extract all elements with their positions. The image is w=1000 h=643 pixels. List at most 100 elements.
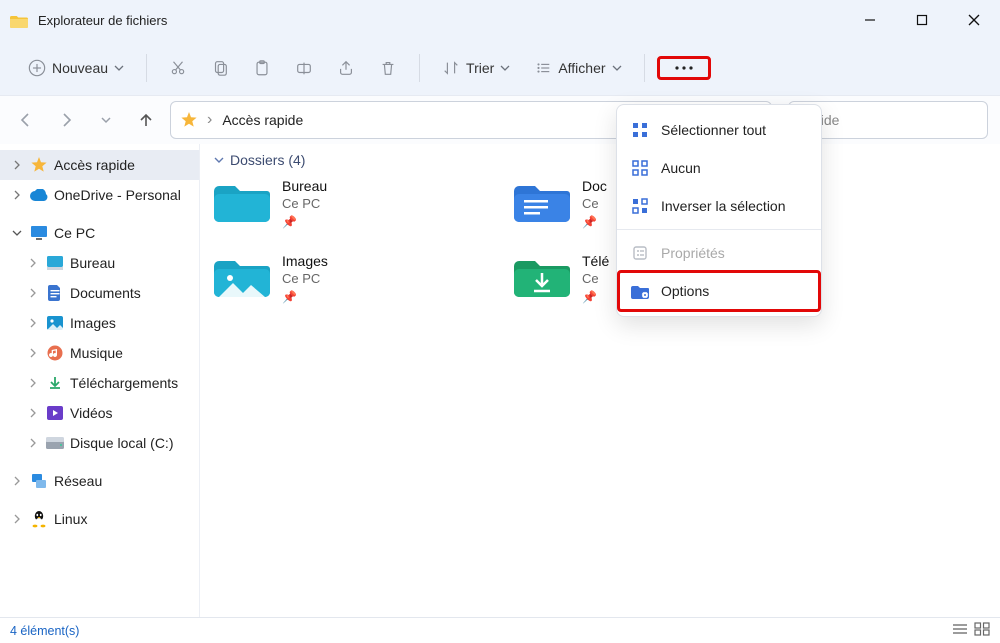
menu-options[interactable]: Options — [617, 272, 821, 310]
video-icon — [46, 404, 64, 422]
properties-icon — [631, 244, 649, 262]
thumbnails-view-button[interactable] — [974, 622, 990, 639]
folder-icon-downloads — [514, 253, 570, 297]
sidebar-local-disk[interactable]: Disque local (C:) — [0, 428, 199, 458]
menu-label: Aucun — [661, 160, 701, 176]
trash-icon — [379, 59, 397, 77]
separator — [644, 54, 645, 82]
sort-icon — [442, 59, 460, 77]
sidebar-documents[interactable]: Documents — [0, 278, 199, 308]
paste-button[interactable] — [243, 53, 281, 83]
folder-name: Télé — [582, 253, 609, 269]
sidebar-onedrive[interactable]: OneDrive - Personal — [0, 180, 199, 210]
folder-icon-desktop — [214, 178, 270, 222]
view-button[interactable]: Afficher — [524, 53, 631, 83]
menu-invert-selection[interactable]: Inverser la sélection — [617, 187, 821, 225]
sidebar-desktop[interactable]: Bureau — [0, 248, 199, 278]
menu-select-none[interactable]: Aucun — [617, 149, 821, 187]
sidebar-videos[interactable]: Vidéos — [0, 398, 199, 428]
tree-label: Réseau — [54, 473, 102, 489]
tree-label: Bureau — [70, 255, 115, 271]
tree-label: Documents — [70, 285, 141, 301]
recent-button[interactable] — [98, 112, 114, 128]
folder-item[interactable]: Bureau Ce PC 📌 — [214, 178, 474, 229]
tree-label: Musique — [70, 345, 123, 361]
copy-icon — [211, 59, 229, 77]
folder-loc: Ce — [582, 196, 607, 211]
folder-item[interactable]: Images Ce PC 📌 — [214, 253, 474, 304]
more-context-menu: Sélectionner tout Aucun Inverser la séle… — [616, 104, 822, 317]
star-icon — [30, 156, 48, 174]
menu-separator — [617, 229, 821, 230]
rename-button[interactable] — [285, 53, 323, 83]
view-icon — [534, 59, 552, 77]
sidebar-network[interactable]: Réseau — [0, 466, 199, 496]
folder-loc: Ce PC — [282, 271, 328, 286]
chevron-down-icon — [612, 63, 622, 73]
folder-icon-documents — [514, 178, 570, 222]
tree-label: Linux — [54, 511, 87, 527]
maximize-button[interactable] — [896, 0, 948, 40]
separator — [146, 54, 147, 82]
pin-icon: 📌 — [282, 215, 327, 229]
back-button[interactable] — [18, 112, 34, 128]
tree-label: OneDrive - Personal — [54, 187, 181, 203]
menu-label: Options — [661, 283, 709, 299]
cloud-icon — [30, 186, 48, 204]
menu-label: Inverser la sélection — [661, 198, 786, 214]
music-icon — [46, 344, 64, 362]
star-icon — [181, 112, 197, 128]
sort-button[interactable]: Trier — [432, 53, 520, 83]
sidebar-quick-access[interactable]: Accès rapide — [0, 150, 199, 180]
folder-name: Bureau — [282, 178, 327, 194]
tree-label: Disque local (C:) — [70, 435, 173, 451]
menu-select-all[interactable]: Sélectionner tout — [617, 111, 821, 149]
chevron-down-icon — [214, 155, 224, 165]
up-button[interactable] — [138, 112, 154, 128]
folder-icon-images — [214, 253, 270, 297]
chevron-down-icon — [114, 63, 124, 73]
forward-button[interactable] — [58, 112, 74, 128]
folder-name: Images — [282, 253, 328, 269]
clipboard-icon — [253, 59, 271, 77]
new-label: Nouveau — [52, 60, 108, 76]
select-all-icon — [631, 121, 649, 139]
document-icon — [46, 284, 64, 302]
select-none-icon — [631, 159, 649, 177]
tree-label: Ce PC — [54, 225, 95, 241]
sidebar-linux[interactable]: Linux — [0, 504, 199, 534]
sidebar-downloads[interactable]: Téléchargements — [0, 368, 199, 398]
pin-icon: 📌 — [582, 290, 609, 304]
delete-button[interactable] — [369, 53, 407, 83]
plus-circle-icon — [28, 59, 46, 77]
separator — [419, 54, 420, 82]
more-button[interactable] — [657, 56, 711, 80]
section-label: Dossiers (4) — [230, 152, 305, 168]
tree-label: Accès rapide — [54, 157, 135, 173]
tree-label: Vidéos — [70, 405, 113, 421]
tree-label: Téléchargements — [70, 375, 178, 391]
folder-loc: Ce — [582, 271, 609, 286]
rename-icon — [295, 59, 313, 77]
scissors-icon — [169, 59, 187, 77]
details-view-button[interactable] — [952, 622, 968, 639]
folder-name: Doc — [582, 178, 607, 194]
folder-loc: Ce PC — [282, 196, 327, 211]
share-icon — [337, 59, 355, 77]
sidebar-music[interactable]: Musique — [0, 338, 199, 368]
sidebar-this-pc[interactable]: Ce PC — [0, 218, 199, 248]
more-icon — [674, 65, 694, 71]
sort-label: Trier — [466, 60, 494, 76]
monitor-icon — [30, 224, 48, 242]
breadcrumb-current: Accès rapide — [222, 112, 303, 128]
menu-label: Sélectionner tout — [661, 122, 766, 138]
minimize-button[interactable] — [844, 0, 896, 40]
copy-button[interactable] — [201, 53, 239, 83]
new-button[interactable]: Nouveau — [18, 53, 134, 83]
share-button[interactable] — [327, 53, 365, 83]
cut-button[interactable] — [159, 53, 197, 83]
section-header[interactable]: Dossiers (4) — [214, 152, 986, 168]
tux-icon — [30, 510, 48, 528]
close-button[interactable] — [948, 0, 1000, 40]
sidebar-pictures[interactable]: Images — [0, 308, 199, 338]
